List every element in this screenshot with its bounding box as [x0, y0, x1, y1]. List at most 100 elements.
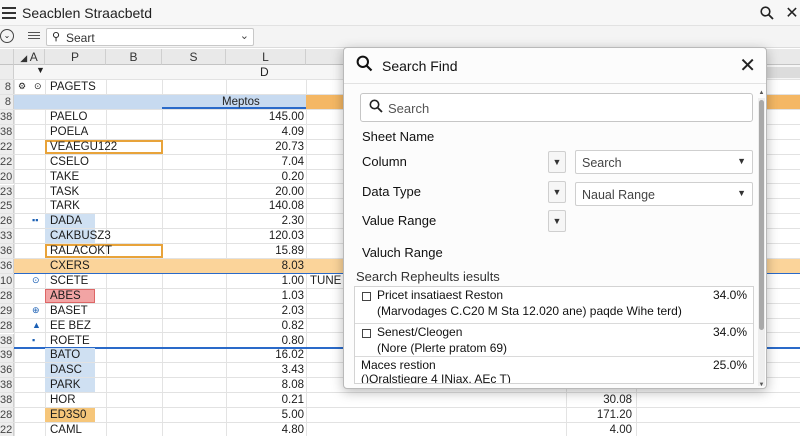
- cell-value[interactable]: 16.02: [240, 348, 304, 362]
- cell-name[interactable]: DADA: [50, 214, 82, 228]
- result-item[interactable]: Pricet insatiaest Reston (Marvodages C.C…: [355, 287, 753, 324]
- column-header[interactable]: L: [226, 49, 306, 65]
- hamburger-menu-icon[interactable]: [2, 4, 16, 20]
- cell-name[interactable]: RALACOKT: [50, 244, 112, 258]
- cell-name[interactable]: DASC: [50, 363, 82, 377]
- close-icon[interactable]: ✕: [782, 3, 800, 23]
- cell-name[interactable]: PARK: [50, 378, 80, 392]
- cell-value[interactable]: 120.03: [240, 229, 304, 243]
- chevron-down-icon[interactable]: ⌄: [240, 29, 249, 42]
- cell-extra[interactable]: 30.08: [566, 393, 632, 407]
- cell-value[interactable]: 20.00: [240, 185, 304, 199]
- cell-value[interactable]: 2.03: [240, 304, 304, 318]
- cell-name[interactable]: ROETE: [50, 334, 90, 348]
- cell-value[interactable]: 15.89: [240, 244, 304, 258]
- result-checkbox[interactable]: [362, 292, 371, 301]
- cell-value[interactable]: 7.04: [240, 155, 304, 169]
- list-icon[interactable]: [28, 30, 40, 42]
- row-number[interactable]: 29: [0, 303, 14, 318]
- scroll-up-icon[interactable]: ▲: [758, 90, 765, 96]
- select-all-corner[interactable]: [0, 49, 14, 65]
- cell-value[interactable]: 4.09: [240, 125, 304, 139]
- dialog-search-input[interactable]: Search: [360, 93, 753, 122]
- row-number[interactable]: 36: [0, 363, 14, 378]
- cell-value[interactable]: 0.21: [240, 393, 304, 407]
- result-item[interactable]: Senest/Cleogen (Nore (Plerte pratom 69) …: [355, 324, 753, 357]
- cell-value[interactable]: 0.80: [240, 334, 304, 348]
- cell-value[interactable]: 0.20: [240, 170, 304, 184]
- cell-name[interactable]: PAELO: [50, 110, 88, 124]
- row-number[interactable]: 22: [0, 154, 14, 169]
- cell-value[interactable]: 5.00: [240, 408, 304, 422]
- row-number[interactable]: 23: [0, 184, 14, 199]
- cell-value[interactable]: 145.00: [240, 110, 304, 124]
- row-number[interactable]: 38: [0, 124, 14, 139]
- cell-value[interactable]: 4.80: [240, 423, 304, 436]
- row-number[interactable]: 38: [0, 333, 14, 348]
- value-range-mini-dropdown[interactable]: ▼: [548, 210, 566, 232]
- cell-name[interactable]: POELA: [50, 125, 88, 139]
- table-row[interactable]: 38 HOR 0.21 30.08: [0, 393, 800, 408]
- cell-name[interactable]: SCETE: [50, 274, 88, 288]
- row-number[interactable]: 36: [0, 259, 14, 273]
- cell-value[interactable]: 8.03: [240, 259, 304, 273]
- row-number[interactable]: 25: [0, 199, 14, 214]
- row-number[interactable]: 28: [0, 318, 14, 333]
- row-number[interactable]: 28: [0, 408, 14, 422]
- cell-name[interactable]: HOR: [50, 393, 76, 407]
- cell-name[interactable]: VEAEGU122: [50, 140, 117, 154]
- column-header[interactable]: B: [106, 49, 162, 65]
- results-list[interactable]: Pricet insatiaest Reston (Marvodages C.C…: [354, 286, 754, 384]
- cell-value[interactable]: 8.08: [240, 378, 304, 392]
- cell-name[interactable]: TAKE: [50, 170, 79, 184]
- cell-extra[interactable]: 171.20: [566, 408, 632, 422]
- row-number[interactable]: 20: [0, 169, 14, 184]
- cell-name[interactable]: BASET: [50, 304, 88, 318]
- table-row[interactable]: 22 CAML 4.80 4.00: [0, 422, 800, 436]
- row-number[interactable]: 36: [0, 244, 14, 258]
- row-number[interactable]: 28: [0, 288, 14, 303]
- cell-name[interactable]: ABES: [50, 289, 81, 303]
- row-number[interactable]: 22: [0, 139, 14, 154]
- cell-name[interactable]: TASK: [50, 185, 79, 199]
- toolbar-search-input[interactable]: ⚲ Seart ⌄: [46, 28, 254, 46]
- table-row[interactable]: 28 ED3S0 5.00 171.20: [0, 408, 800, 423]
- cell-name[interactable]: EE BEZ: [50, 319, 91, 333]
- cell-value[interactable]: 20.73: [240, 140, 304, 154]
- scroll-down-icon[interactable]: ▼: [758, 382, 765, 388]
- row-number[interactable]: 38: [0, 393, 14, 407]
- result-item[interactable]: Maces restion ()Oralstiegre 4 INiax, AEc…: [355, 357, 753, 383]
- column-header[interactable]: P: [45, 49, 106, 65]
- column-header[interactable]: S: [162, 49, 226, 65]
- column-header[interactable]: ◢ A: [14, 49, 45, 65]
- cell-name[interactable]: CXERS: [50, 259, 90, 273]
- cell-extra[interactable]: 4.00: [566, 423, 632, 436]
- data-type-select[interactable]: Naual Range ▼: [575, 182, 753, 206]
- row-number[interactable]: 38: [0, 378, 14, 393]
- scrollbar-thumb[interactable]: [759, 100, 764, 330]
- cell-value[interactable]: 1.00: [240, 274, 304, 288]
- cell-name[interactable]: CAKBUSZ3: [50, 229, 111, 243]
- chevron-down-circle-icon[interactable]: ⌄: [0, 29, 14, 43]
- column-mini-dropdown[interactable]: ▼: [548, 151, 566, 173]
- cell-value[interactable]: 3.43: [240, 363, 304, 377]
- cell-name[interactable]: CSELO: [50, 155, 89, 169]
- search-icon[interactable]: [757, 3, 777, 23]
- column-select[interactable]: Search ▼: [575, 150, 753, 174]
- cell-value[interactable]: 140.08: [240, 199, 304, 213]
- result-checkbox[interactable]: [362, 329, 371, 338]
- cell-name[interactable]: TARK: [50, 199, 80, 213]
- cell-name[interactable]: CAML: [50, 423, 82, 436]
- cell-name[interactable]: BATO: [50, 348, 80, 362]
- dialog-scrollbar[interactable]: ▲ ▼: [758, 90, 765, 388]
- cell-extra[interactable]: TUNE: [310, 274, 341, 288]
- cell-value[interactable]: 0.82: [240, 319, 304, 333]
- row-number[interactable]: 33: [0, 229, 14, 244]
- cell-value[interactable]: 1.03: [240, 289, 304, 303]
- row-number[interactable]: 39: [0, 348, 14, 363]
- row-number[interactable]: 22: [0, 422, 14, 436]
- close-icon[interactable]: ✕: [739, 53, 756, 78]
- data-type-mini-dropdown[interactable]: ▼: [548, 181, 566, 203]
- row-number[interactable]: 38: [0, 110, 14, 124]
- cell-value[interactable]: 2.30: [240, 214, 304, 228]
